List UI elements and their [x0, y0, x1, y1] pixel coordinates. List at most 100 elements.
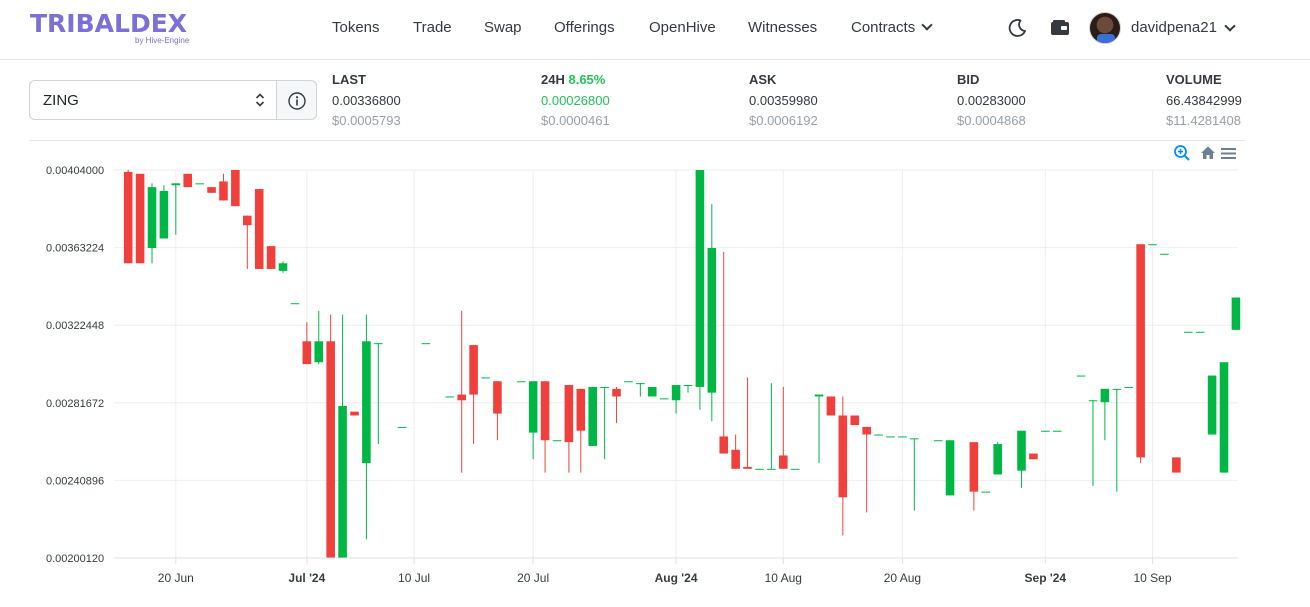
candle-body	[362, 341, 371, 464]
candle-body	[719, 436, 729, 454]
nav-contracts-dropdown[interactable]: Contracts	[851, 19, 933, 39]
tribaldex-logo[interactable]: TRIBALDEX by Hive-Engine	[30, 10, 200, 46]
nav-trade[interactable]: Trade	[413, 19, 452, 39]
candle-body	[564, 385, 574, 443]
candle-body	[683, 385, 693, 387]
candle	[528, 381, 538, 460]
x-tick-label: 10 Aug	[765, 571, 802, 585]
candle	[564, 385, 574, 473]
candle	[445, 396, 455, 398]
x-tick-label: 10 Sep	[1134, 571, 1172, 585]
chevron-down-icon[interactable]	[1224, 20, 1236, 32]
candle	[421, 343, 431, 345]
avatar[interactable]	[1089, 12, 1121, 44]
candle-body	[981, 491, 991, 493]
stat-ask-usd: $0.0006192	[749, 113, 818, 128]
candle	[636, 383, 645, 397]
candle-body	[910, 438, 919, 440]
candle	[326, 314, 335, 558]
candle-body	[1076, 375, 1086, 377]
candle-body	[743, 466, 752, 469]
price-chart[interactable]: 0.00404000 0.00363224 0.00322448 0.00281672…	[0, 150, 1310, 607]
candle-body	[159, 190, 169, 239]
candle-body	[1231, 297, 1241, 330]
candle	[1041, 430, 1050, 432]
candle-body	[254, 189, 264, 269]
candle	[1088, 400, 1098, 486]
logo-text: TRIBALDEX	[30, 9, 188, 38]
candle-body	[469, 345, 478, 395]
candle	[457, 310, 466, 473]
candle	[243, 215, 252, 269]
candle-body	[421, 343, 431, 345]
candle-body	[731, 449, 740, 469]
candle	[779, 386, 788, 469]
token-select[interactable]: ZING	[29, 80, 277, 120]
candle-body	[445, 396, 455, 398]
candle-body	[1160, 253, 1169, 255]
candle	[1052, 430, 1062, 432]
token-info-button[interactable]	[276, 80, 317, 120]
candle-body	[1183, 331, 1193, 333]
candle-body	[1207, 375, 1217, 435]
wallet-icon[interactable]	[1048, 16, 1072, 40]
nav-tokens[interactable]: Tokens	[332, 19, 380, 39]
candle-body	[874, 434, 883, 436]
candle-body	[516, 381, 526, 383]
chart-y-axis: 0.00404000 0.00363224 0.00322448 0.00281672…	[46, 165, 104, 565]
candle	[933, 440, 943, 442]
nav-openhive[interactable]: OpenHive	[649, 19, 716, 39]
candle	[647, 386, 657, 397]
stat-24h: 24H 8.65% 0.00026800 $0.0000461	[541, 72, 701, 129]
candle-body	[624, 381, 633, 383]
candle-body	[135, 173, 145, 264]
chart-candles	[123, 170, 1241, 558]
candle	[993, 442, 1002, 475]
x-tick-label: Jul '24	[288, 571, 325, 585]
nav-witnesses[interactable]: Witnesses	[748, 19, 817, 39]
candle-body	[231, 170, 240, 207]
candle-body	[219, 181, 228, 201]
nav-swap[interactable]: Swap	[484, 19, 522, 39]
candle-body	[969, 442, 979, 492]
candle-body	[457, 394, 466, 401]
candle-body	[707, 248, 717, 393]
candle	[898, 436, 907, 438]
nav-offerings[interactable]: Offerings	[554, 19, 615, 39]
stat-last-value: 0.00336800	[332, 93, 401, 108]
stat-24h-value: 0.00026800	[541, 93, 610, 108]
candle-body	[540, 381, 550, 441]
candle-body	[1029, 453, 1038, 460]
candle-body	[493, 381, 502, 414]
chevron-down-icon	[921, 19, 933, 31]
x-tick-label: Aug '24	[655, 571, 698, 585]
username[interactable]: davidpena21	[1131, 19, 1217, 36]
candle	[814, 394, 824, 464]
candle-body	[1041, 430, 1050, 432]
chart-grid	[114, 169, 1238, 559]
candle-body	[1172, 457, 1181, 473]
candle	[231, 170, 240, 207]
y-tick-label: 0.00200120	[46, 553, 104, 565]
candle	[671, 385, 681, 414]
token-select-value: ZING	[43, 92, 79, 109]
y-tick-label: 0.00322448	[46, 320, 104, 332]
candle-body	[1112, 388, 1122, 390]
candle-body	[374, 343, 383, 345]
stat-24h-label-row: 24H 8.65%	[541, 72, 701, 90]
candle-body	[1148, 244, 1157, 246]
candle-body	[147, 187, 157, 249]
candle	[1017, 430, 1026, 488]
candle	[469, 345, 478, 445]
candle-body	[886, 436, 895, 438]
candle-body	[266, 246, 276, 269]
stat-bid-label: BID	[957, 72, 980, 87]
select-arrows-icon	[255, 93, 265, 107]
moon-icon[interactable]	[1005, 16, 1029, 40]
candle-body	[1219, 362, 1229, 473]
stat-volume-usd: $11.4281408	[1166, 113, 1241, 128]
candle-body	[1136, 244, 1145, 458]
candle-body	[779, 455, 788, 469]
candle	[790, 468, 800, 470]
candle-body	[695, 170, 705, 387]
